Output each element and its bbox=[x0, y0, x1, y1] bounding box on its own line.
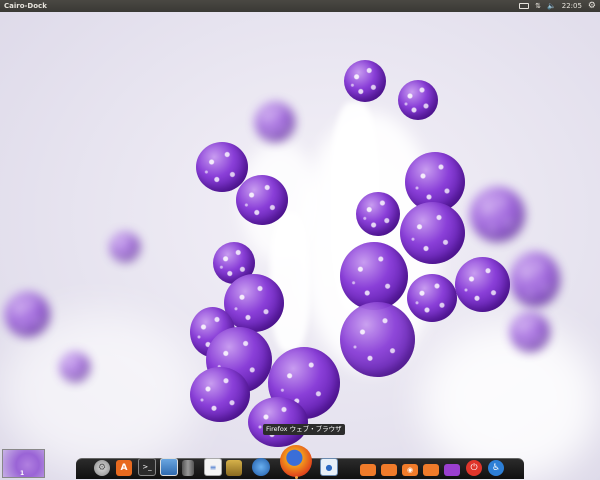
firefox-icon[interactable] bbox=[280, 445, 312, 477]
workspace-number: 1 bbox=[20, 470, 25, 477]
network-icon[interactable]: ⇅ bbox=[535, 0, 541, 12]
image-viewer-icon[interactable] bbox=[160, 458, 178, 476]
archive-manager-icon[interactable] bbox=[226, 460, 242, 476]
text-editor-icon[interactable]: ≡ bbox=[204, 458, 222, 476]
shutdown-icon[interactable]: ⏻ bbox=[466, 460, 482, 476]
gear-icon[interactable]: ⚙ bbox=[588, 0, 596, 12]
keyboard-icon[interactable] bbox=[519, 3, 530, 9]
documents-folder-icon[interactable] bbox=[381, 464, 397, 476]
accessibility-icon[interactable]: ♿ bbox=[488, 460, 504, 476]
music-folder-icon[interactable]: ◉ bbox=[402, 464, 418, 476]
home-folder-icon[interactable] bbox=[360, 464, 376, 476]
system-tray: ⇅ 🔈 22:05 ⚙ bbox=[519, 0, 596, 12]
trash-icon[interactable] bbox=[182, 460, 194, 476]
messaging-icon[interactable]: ● bbox=[320, 458, 338, 476]
window-title: Cairo-Dock bbox=[4, 2, 47, 10]
terminal-icon[interactable]: >_ bbox=[138, 458, 156, 476]
software-center-icon[interactable]: A bbox=[116, 460, 132, 476]
videos-folder-icon[interactable] bbox=[444, 464, 460, 476]
top-panel: Cairo-Dock ⇅ 🔈 22:05 ⚙ bbox=[0, 0, 600, 12]
workspace-switcher[interactable]: 1 bbox=[2, 449, 45, 478]
system-settings-icon[interactable]: ⚙ bbox=[94, 460, 110, 476]
volume-icon[interactable]: 🔈 bbox=[547, 0, 556, 12]
dock-tooltip: Firefox ウェブ・ブラウザ bbox=[263, 424, 345, 435]
downloads-folder-icon[interactable] bbox=[423, 464, 439, 476]
clock[interactable]: 22:05 bbox=[562, 0, 582, 12]
running-indicator bbox=[295, 476, 298, 479]
thunderbird-icon[interactable] bbox=[252, 458, 270, 476]
desktop-wallpaper bbox=[0, 12, 600, 480]
